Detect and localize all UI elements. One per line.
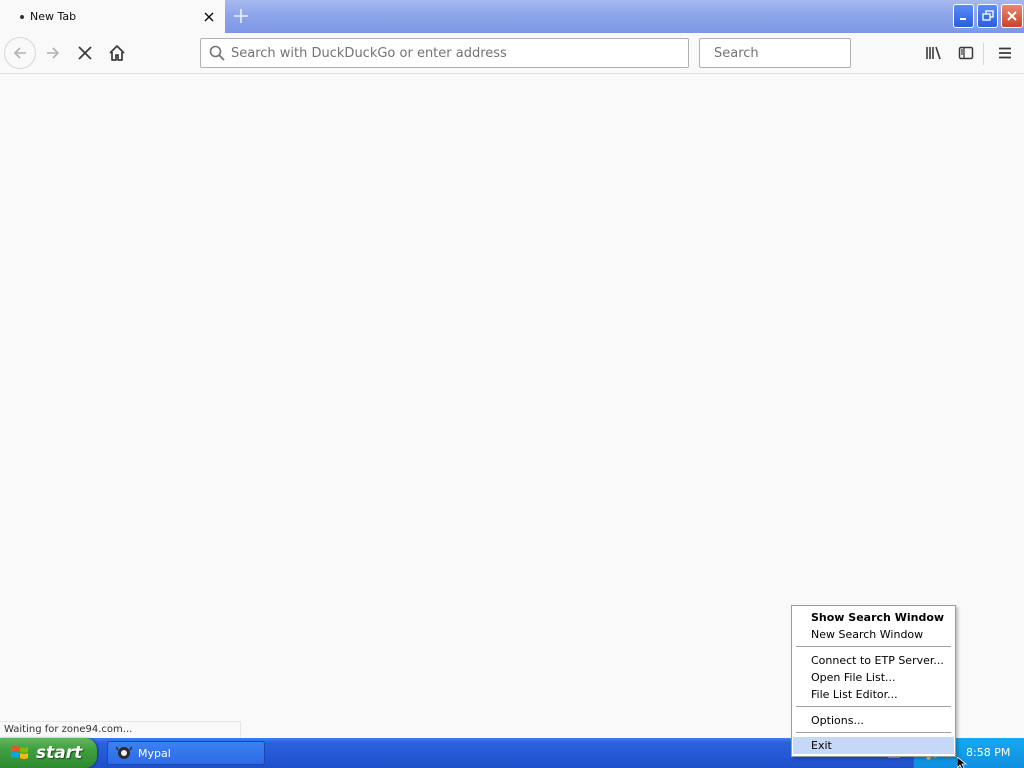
home-icon bbox=[109, 45, 125, 61]
menu-item-label: Show Search Window bbox=[811, 611, 945, 624]
home-button[interactable] bbox=[101, 37, 133, 69]
menu-item-show-search-window[interactable]: Show Search Window bbox=[793, 609, 954, 626]
start-button[interactable]: start bbox=[0, 738, 97, 768]
windows-logo-icon bbox=[11, 746, 28, 759]
close-icon bbox=[1007, 11, 1017, 21]
menu-item-new-search-window[interactable]: New Search Window bbox=[793, 626, 954, 643]
pointer-arrow-icon bbox=[956, 756, 968, 768]
close-tab-icon[interactable] bbox=[197, 5, 221, 29]
menu-item-options[interactable]: Options... bbox=[793, 712, 954, 729]
menu-item-label: Options... bbox=[811, 714, 864, 727]
menu-item-exit[interactable]: Exit bbox=[793, 737, 954, 754]
search-bar[interactable] bbox=[699, 38, 884, 68]
tab-new-tab[interactable]: New Tab bbox=[0, 0, 225, 33]
menu-item-open-file-list[interactable]: Open File List... bbox=[793, 669, 954, 686]
menu-item-connect-etp-server[interactable]: Connect to ETP Server... bbox=[793, 652, 954, 669]
minimize-icon bbox=[959, 18, 966, 20]
library-button[interactable] bbox=[918, 37, 950, 69]
menu-item-label: File List Editor... bbox=[811, 688, 898, 701]
forward-button[interactable] bbox=[37, 37, 69, 69]
mouse-cursor bbox=[956, 756, 969, 768]
menu-item-file-list-editor[interactable]: File List Editor... bbox=[793, 686, 954, 703]
new-tab-button[interactable] bbox=[228, 5, 254, 27]
open-menu-button[interactable] bbox=[989, 37, 1021, 69]
address-bar[interactable] bbox=[200, 38, 689, 68]
taskbar-button-mypal[interactable]: Mypal bbox=[107, 741, 265, 765]
status-panel: Waiting for zone94.com... bbox=[0, 721, 241, 738]
search-icon bbox=[209, 45, 225, 61]
mypal-app-icon bbox=[116, 746, 132, 759]
menu-separator bbox=[796, 706, 951, 707]
menu-separator bbox=[796, 646, 951, 647]
arrow-left-icon bbox=[13, 47, 26, 59]
start-label: start bbox=[36, 743, 83, 763]
hamburger-menu-icon bbox=[999, 47, 1011, 59]
stop-x-icon bbox=[78, 46, 92, 60]
clock: 8:58 PM bbox=[966, 746, 1011, 759]
stop-button[interactable] bbox=[69, 37, 101, 69]
restore-icon bbox=[981, 10, 994, 21]
menu-separator bbox=[796, 732, 951, 733]
search-input[interactable] bbox=[714, 45, 884, 61]
menu-item-label: Connect to ETP Server... bbox=[811, 654, 944, 667]
menu-item-label: Open File List... bbox=[811, 671, 896, 684]
menu-item-label: New Search Window bbox=[811, 628, 924, 641]
sidebar-icon bbox=[958, 46, 974, 60]
taskbar-button-label: Mypal bbox=[138, 746, 171, 760]
title-bar: New Tab bbox=[0, 0, 1024, 33]
plus-icon bbox=[234, 9, 248, 23]
toolbar-separator bbox=[983, 43, 984, 65]
library-icon bbox=[926, 46, 941, 60]
back-button[interactable] bbox=[4, 37, 36, 69]
close-window-button[interactable] bbox=[1001, 4, 1023, 28]
restore-button[interactable] bbox=[977, 4, 998, 28]
loading-dot-icon bbox=[20, 14, 24, 19]
menu-item-label: Exit bbox=[811, 739, 832, 752]
tab-title: New Tab bbox=[30, 10, 77, 23]
address-input[interactable] bbox=[231, 45, 688, 61]
tray-context-menu: Show Search Window New Search Window Con… bbox=[791, 605, 956, 757]
arrow-right-icon bbox=[47, 47, 60, 59]
navigation-toolbar bbox=[0, 33, 1024, 74]
sidebars-button[interactable] bbox=[950, 37, 982, 69]
minimize-button[interactable] bbox=[953, 4, 974, 28]
